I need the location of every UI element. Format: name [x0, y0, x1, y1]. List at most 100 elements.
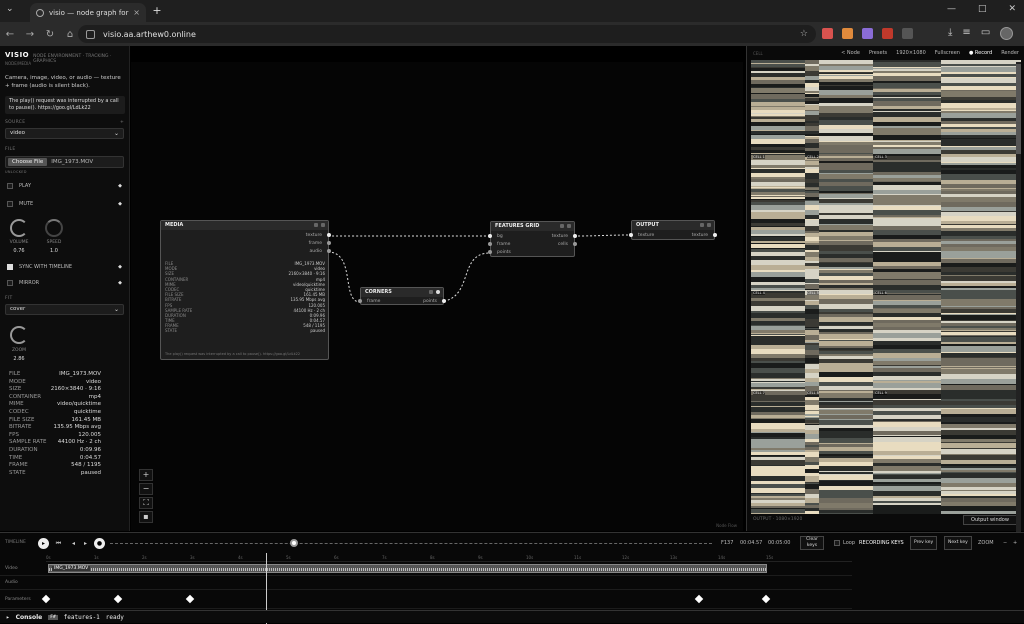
extension-tool-icon[interactable]	[882, 28, 893, 39]
keyframe-diamond-icon[interactable]: ◆	[118, 201, 122, 207]
console-expand-icon[interactable]: ▸	[6, 614, 10, 621]
zoom-knob[interactable]	[10, 326, 28, 344]
mirror-toggle[interactable]: MIRROR ◆	[7, 280, 125, 286]
output-node[interactable]: OUTPUT texture texture	[629, 220, 717, 240]
media-node-header[interactable]: MEDIA	[161, 221, 328, 230]
record-icon[interactable]: ●	[94, 538, 105, 549]
node-close-icon[interactable]	[436, 290, 440, 294]
corners-node-header[interactable]: CORNERS	[361, 288, 443, 297]
next-key-button[interactable]: Next key	[944, 536, 972, 550]
node-button[interactable]: < Node	[841, 50, 860, 56]
port-dot[interactable]	[488, 234, 492, 238]
scrollbar-thumb[interactable]	[1016, 64, 1021, 154]
tab-search-icon[interactable]: ⌄	[6, 4, 14, 14]
port-dot[interactable]	[573, 242, 577, 246]
clear-keys-button[interactable]: Clear keys	[800, 536, 824, 550]
choose-file-button[interactable]: Choose File	[8, 158, 48, 166]
node-settings-icon[interactable]	[700, 223, 704, 227]
node-close-icon[interactable]	[567, 224, 571, 228]
profile-avatar[interactable]	[1000, 27, 1014, 40]
extension-red-icon[interactable]	[822, 28, 833, 39]
step-forward-icon[interactable]: ▸	[80, 538, 91, 549]
keyframe-diamond[interactable]	[113, 594, 123, 604]
skip-start-icon[interactable]: ⏮	[53, 538, 64, 549]
download-icon[interactable]: ⤓	[948, 27, 952, 40]
keyframe-diamond[interactable]	[41, 594, 51, 604]
play-toggle[interactable]: PLAY ◆	[7, 183, 125, 189]
node-settings-icon[interactable]	[429, 290, 433, 294]
panel-scrollbar[interactable]	[1016, 62, 1021, 532]
app-nav[interactable]: NODE ENVIRONMENT · TRACKING · GRAPHICS	[33, 54, 129, 64]
media-node[interactable]: MEDIA texture frame audio FILE IMG_1973.M…	[160, 220, 331, 360]
browser-tab[interactable]: visio — node graph for realtim ×	[30, 3, 146, 22]
extension-orange-icon[interactable]	[842, 28, 853, 39]
console-label[interactable]: Console	[16, 614, 43, 621]
node-canvas[interactable]: MEDIA texture frame audio FILE IMG_1973.M…	[131, 62, 743, 531]
port-dot[interactable]	[488, 250, 492, 254]
bookmark-star-icon[interactable]: ☆	[800, 29, 808, 39]
scrub-track[interactable]	[110, 543, 712, 544]
zoom-in-icon[interactable]: +	[139, 469, 153, 481]
address-bar[interactable]: visio.aa.arthew0.online ☆	[78, 25, 816, 43]
sync-toggle[interactable]: SYNC WITH TIMELINE ◆	[7, 264, 125, 270]
features-node-header[interactable]: FEATURES GRID	[491, 222, 574, 231]
node-settings-icon[interactable]	[560, 224, 564, 228]
keyframe-diamond[interactable]	[694, 594, 704, 604]
section-toggle-icon[interactable]: +	[120, 120, 124, 125]
keyframe-diamond-icon[interactable]: ◆	[118, 183, 122, 189]
keyframe-diamond-icon[interactable]: ◆	[118, 264, 122, 270]
port-dot[interactable]	[327, 241, 331, 245]
video-clip[interactable]: IMG_1973.MOV	[48, 564, 767, 573]
zoom-in-icon[interactable]: +	[1013, 540, 1017, 546]
render-button[interactable]: Render	[1001, 50, 1019, 56]
site-info-icon[interactable]	[86, 29, 95, 39]
play-pause-button[interactable]: ▸	[38, 538, 49, 549]
volume-knob[interactable]	[10, 219, 28, 237]
keyframe-diamond[interactable]	[761, 594, 771, 604]
zoom-out-icon[interactable]: −	[139, 483, 153, 495]
extensions-puzzle-icon[interactable]	[902, 28, 913, 39]
mute-checkbox[interactable]	[7, 201, 13, 207]
time-ruler[interactable]: 0s 1s 2s 3s 4s 5s 6s 7s 8s 9s 10s 11s 12s 13s 14s 15s	[46, 553, 852, 562]
port-dot[interactable]	[358, 299, 362, 303]
step-back-icon[interactable]: ◂	[68, 538, 79, 549]
keyframe-diamond[interactable]	[185, 594, 195, 604]
close-tab-icon[interactable]: ×	[133, 8, 140, 17]
new-tab-button[interactable]: +	[150, 4, 164, 18]
sync-checkbox[interactable]	[7, 264, 13, 270]
prev-key-button[interactable]: Prev key	[910, 536, 938, 550]
fullscreen-button[interactable]: Fullscreen	[935, 50, 960, 56]
record-button[interactable]: ● Record	[969, 50, 992, 56]
fit-view-icon[interactable]: ⛶	[139, 497, 153, 509]
port-dot[interactable]	[327, 249, 331, 253]
media-controls-icon[interactable]: ≡	[962, 27, 970, 40]
corners-node[interactable]: CORNERS frame points	[358, 287, 446, 305]
output-node-header[interactable]: OUTPUT	[632, 221, 714, 230]
scrub-handle[interactable]	[290, 539, 298, 547]
file-input[interactable]: Choose File IMG_1973.MOV	[5, 156, 124, 168]
speed-knob[interactable]	[45, 219, 63, 237]
extension-purple-icon[interactable]	[862, 28, 873, 39]
source-select[interactable]: video ⌄	[5, 128, 124, 139]
port-dot[interactable]	[713, 233, 717, 237]
minimize-icon[interactable]: —	[947, 4, 956, 14]
play-checkbox[interactable]	[7, 183, 13, 189]
back-icon[interactable]: ←	[0, 29, 20, 40]
resolution-button[interactable]: 1920×1080	[896, 50, 926, 56]
output-window-button[interactable]: Output window	[963, 515, 1017, 525]
side-panel-icon[interactable]: ▭	[981, 27, 990, 40]
node-settings-icon[interactable]	[314, 223, 318, 227]
port-dot[interactable]	[629, 233, 633, 237]
port-dot[interactable]	[488, 242, 492, 246]
reload-icon[interactable]: ↻	[40, 29, 60, 40]
mirror-checkbox[interactable]	[7, 280, 13, 286]
port-dot[interactable]	[327, 233, 331, 237]
node-close-icon[interactable]	[707, 223, 711, 227]
node-close-icon[interactable]	[321, 223, 325, 227]
fit-select[interactable]: cover ⌄	[5, 304, 124, 315]
loop-checkbox[interactable]	[834, 540, 840, 546]
zoom-out-icon[interactable]: −	[1003, 540, 1007, 546]
features-grid-node[interactable]: FEATURES GRID bg frame points texture ce…	[488, 221, 577, 257]
forward-icon[interactable]: →	[20, 29, 40, 40]
maximize-icon[interactable]: □	[978, 4, 987, 14]
